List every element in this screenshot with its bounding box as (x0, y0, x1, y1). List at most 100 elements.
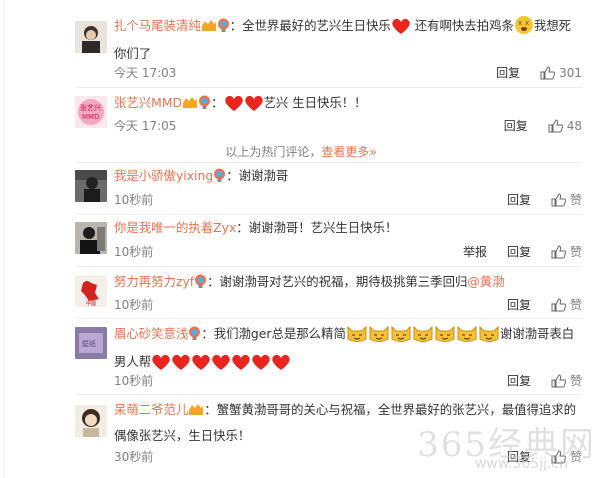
comment-text: 你是我唯一的执着Zyx：谢谢渤哥！艺兴生日快乐！ (114, 216, 582, 239)
timestamp: 今天 17:05 (114, 119, 177, 133)
cat-emoji-icon (412, 323, 434, 350)
divider (76, 318, 582, 319)
comment-meta: 10秒前 举报 回复 赞 (114, 241, 582, 261)
user-avatar[interactable] (75, 405, 107, 437)
username-link[interactable]: 呆萌二爷范儿 (114, 402, 188, 417)
reply-button[interactable]: 回复 (507, 372, 531, 389)
comment-meta: 今天 17:03 回复 301 (114, 62, 582, 82)
username-link[interactable]: 努力再努力zyf (114, 274, 194, 289)
cat-emoji-icon (434, 323, 456, 350)
like-button[interactable]: 赞 (551, 191, 582, 208)
reply-button[interactable]: 回复 (507, 243, 531, 260)
svg-text:壁纸: 壁纸 (82, 339, 96, 348)
comment-body-2: 谢谢渤哥表白 (499, 326, 575, 341)
username-link[interactable]: 扎个马尾装清纯 (114, 18, 201, 33)
comment-meta: 10秒前 回复 赞 (114, 189, 582, 209)
hot-comments-divider: 以上为热门评论，查看更多» (0, 143, 602, 160)
divider (76, 162, 582, 163)
dizzy-emoji-icon: xx (514, 15, 534, 42)
cat-emoji-icon (478, 323, 500, 350)
like-label: 赞 (569, 245, 582, 259)
comment-text: 扎个马尾装清纯 ：全世界最好的艺兴生日快乐 还有啊快去拍鸡条 x x 我想死 你们了 (114, 14, 582, 65)
comment-list: 扎个马尾装清纯 ：全世界最好的艺兴生日快乐 还有啊快去拍鸡条 x x 我想死 你们了 今天… (0, 0, 602, 478)
comment-body: ：我们渤ger总是那么精简 (201, 326, 346, 341)
username-link[interactable]: 我是小骄傲yixing (114, 168, 213, 183)
reply-button[interactable]: 回复 (507, 191, 531, 208)
timestamp: 10秒前 (114, 374, 154, 388)
bulb-medal-icon (198, 94, 211, 117)
comment-meta: 10秒前 回复 赞 (114, 294, 582, 314)
site-watermark-url: www.365jj.cn (474, 456, 568, 472)
thumb-up-icon (551, 297, 566, 311)
timestamp: 30秒前 (114, 450, 154, 464)
like-label: 赞 (569, 193, 582, 207)
thumb-up-icon (551, 244, 566, 258)
timestamp: 10秒前 (114, 193, 154, 207)
comment-body: 艺兴 生日快乐！！ (263, 95, 367, 110)
like-count: 301 (559, 65, 582, 80)
left-border (4, 0, 5, 478)
like-button[interactable]: 赞 (551, 296, 582, 313)
like-button[interactable]: 48 (548, 119, 582, 133)
reply-button[interactable]: 回复 (504, 117, 528, 134)
svg-text:中國: 中國 (86, 300, 96, 307)
like-count: 48 (566, 118, 582, 133)
divider (76, 266, 582, 267)
comment-body-3: 我想死 (533, 18, 572, 33)
user-avatar[interactable] (75, 21, 107, 53)
username-link[interactable]: 眉心砂笑意浅 (114, 326, 188, 341)
comment-text: 努力再努力zyf ：谢谢渤哥对艺兴的祝福，期待极挑第三季回归@黄渤 (114, 270, 582, 296)
user-avatar[interactable]: 张艺兴 MMD (75, 96, 107, 128)
comment-body: ：谢谢渤哥 (226, 168, 289, 183)
like-button[interactable]: 赞 (551, 372, 582, 389)
cat-emoji-icon (368, 323, 390, 350)
like-button[interactable]: 赞 (551, 243, 582, 260)
comment-body: ：全世界最好的艺兴生日快乐 (229, 18, 391, 33)
timestamp: 10秒前 (114, 298, 154, 312)
comment-body-2: 偶像张艺兴，生日快乐！ (114, 428, 251, 443)
svg-text:MMD: MMD (82, 113, 99, 121)
reply-button[interactable]: 回复 (507, 296, 531, 313)
like-button[interactable]: 301 (540, 66, 582, 80)
comment-meta: 10秒前 回复 赞 (114, 370, 582, 390)
comment-body-3: 男人帮 (114, 354, 152, 369)
svg-text:x: x (518, 19, 522, 27)
svg-text:x: x (525, 19, 529, 27)
username-link[interactable]: 你是我唯一的执着Zyx (114, 220, 236, 235)
thumb-up-icon (551, 373, 566, 387)
comment-body: ：蟹蟹黄渤哥哥的关心与祝福，全世界最好的张艺兴，最值得追求的 (204, 402, 577, 417)
see-more-link[interactable]: 查看更多» (321, 145, 376, 159)
vip-badge-icon (201, 17, 217, 40)
cat-emoji-icon (456, 323, 478, 350)
bulb-medal-icon (188, 325, 201, 348)
heart-emoji-icon (391, 17, 411, 42)
vip-badge-icon (188, 401, 204, 424)
thumb-up-icon (540, 65, 556, 79)
timestamp: 今天 17:03 (114, 66, 177, 80)
user-avatar[interactable]: 壁纸 (75, 327, 107, 359)
like-label: 赞 (569, 374, 582, 388)
divider (76, 87, 582, 88)
bulb-medal-icon (213, 167, 226, 190)
thumb-up-icon (551, 192, 566, 206)
svg-text:张艺兴: 张艺兴 (80, 103, 101, 112)
thumb-up-icon (548, 118, 563, 132)
divider (76, 214, 582, 215)
mention-link[interactable]: @黄渤 (467, 274, 504, 289)
comment-meta: 今天 17:05 回复 48 (114, 115, 582, 135)
cat-emoji-icon (346, 323, 368, 350)
username-link[interactable]: 张艺兴MMD (114, 95, 182, 110)
cat-emoji-icon (390, 323, 412, 350)
vip-badge-icon (182, 94, 198, 117)
comment-body-4: 你们了 (114, 46, 152, 61)
user-avatar[interactable]: 中國 (75, 275, 107, 307)
reply-button[interactable]: 回复 (496, 64, 520, 81)
bulb-medal-icon (194, 273, 207, 296)
divider (76, 394, 582, 395)
bulb-medal-icon (217, 17, 230, 40)
user-avatar[interactable] (75, 170, 107, 202)
like-label: 赞 (569, 298, 582, 312)
hot-divider-text: 以上为热门评论， (225, 145, 322, 159)
report-button[interactable]: 举报 (463, 243, 487, 260)
user-avatar[interactable] (75, 222, 107, 254)
